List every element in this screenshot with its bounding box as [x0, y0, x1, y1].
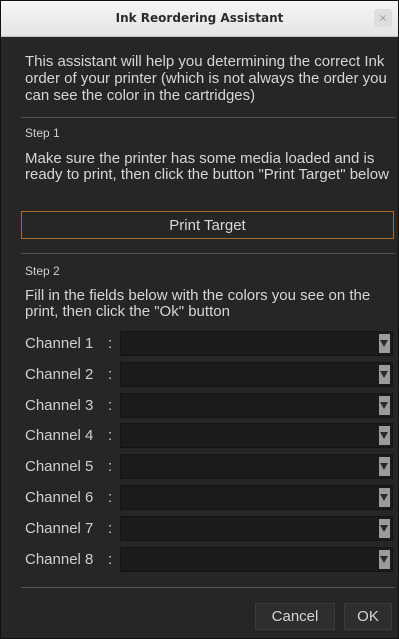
channel-label: Channel 7	[25, 519, 94, 537]
channel-row: Channel 7:	[1, 515, 398, 542]
channel-color-select[interactable]	[120, 331, 393, 356]
cancel-button[interactable]: Cancel	[255, 603, 335, 630]
channel-separator: :	[108, 396, 113, 414]
channel-separator: :	[108, 458, 113, 476]
channel-label: Channel 4	[25, 427, 94, 445]
channel-row: Channel 1:	[1, 331, 398, 357]
step2-heading: Step 2	[25, 264, 60, 278]
chevron-down-icon[interactable]	[379, 518, 390, 538]
intro-text: This assistant will help you determining…	[25, 53, 387, 104]
print-target-button[interactable]: Print Target	[21, 211, 394, 239]
channel-row: Channel 8:	[1, 546, 398, 573]
chevron-down-icon[interactable]	[379, 426, 390, 446]
divider	[21, 587, 395, 588]
ink-reordering-dialog: Ink Reordering Assistant × This assistan…	[0, 0, 399, 639]
ok-button[interactable]: OK	[344, 603, 392, 630]
chevron-down-icon[interactable]	[379, 334, 390, 353]
channel-label: Channel 8	[25, 550, 94, 568]
channel-separator: :	[108, 365, 113, 383]
channel-color-select[interactable]	[120, 485, 393, 510]
channel-row: Channel 2:	[1, 361, 398, 388]
channel-label: Channel 6	[25, 489, 94, 506]
step1-heading: Step 1	[25, 126, 60, 140]
step2-text: Fill in the fields below with the colors…	[25, 287, 371, 320]
close-icon[interactable]: ×	[374, 9, 392, 27]
channel-label: Channel 1	[25, 335, 94, 352]
channel-separator: :	[108, 335, 113, 352]
channel-color-select[interactable]	[120, 546, 393, 572]
channel-label: Channel 2	[25, 365, 94, 383]
channel-color-select[interactable]	[120, 392, 393, 418]
step1-text: Make sure the printer has some media loa…	[25, 150, 389, 183]
channel-row: Channel 3:	[1, 392, 398, 419]
channel-separator: :	[108, 489, 113, 506]
window-title: Ink Reordering Assistant	[115, 11, 284, 25]
title-bar[interactable]: Ink Reordering Assistant ×	[1, 1, 398, 37]
channel-color-select[interactable]	[120, 454, 393, 480]
chevron-down-icon[interactable]	[379, 395, 390, 415]
channel-separator: :	[108, 519, 113, 537]
chevron-down-icon[interactable]	[379, 457, 390, 477]
divider	[21, 117, 395, 118]
channel-label: Channel 3	[25, 396, 94, 414]
chevron-down-icon[interactable]	[379, 549, 390, 569]
chevron-down-icon[interactable]	[379, 488, 390, 507]
channel-row: Channel 4:	[1, 423, 398, 449]
channel-color-select[interactable]	[120, 515, 393, 541]
channel-separator: :	[108, 427, 113, 445]
channel-color-select[interactable]	[120, 361, 393, 387]
channel-row: Channel 5:	[1, 454, 398, 480]
channel-row: Channel 6:	[1, 485, 398, 511]
channel-color-select[interactable]	[120, 423, 393, 449]
dialog-content: This assistant will help you determining…	[1, 37, 398, 638]
divider	[21, 253, 395, 254]
chevron-down-icon[interactable]	[379, 364, 390, 384]
channel-separator: :	[108, 550, 113, 568]
channel-label: Channel 5	[25, 458, 94, 476]
